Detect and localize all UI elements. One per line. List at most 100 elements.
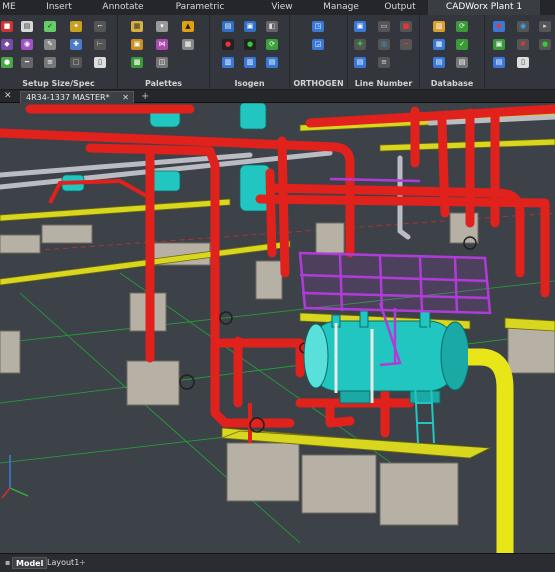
foundation-block <box>507 324 555 374</box>
line-icon[interactable]: ━ <box>21 57 33 68</box>
panel-line-number: ▣ ✚ ▤ ▭ ◎ ≡ ■ ━ Line Number <box>348 15 420 90</box>
equipment-icon[interactable]: ▦ <box>131 21 143 32</box>
steel-palette-icon[interactable]: ▩ <box>131 57 143 68</box>
saddle <box>339 390 371 404</box>
valve-handwheel <box>179 374 195 390</box>
tool-clash-icon[interactable]: ✖ <box>517 39 529 50</box>
document-icon[interactable]: ▤ <box>21 21 33 32</box>
tool-verify-icon[interactable]: ● <box>539 39 551 50</box>
db-import-icon[interactable]: ▥ <box>433 21 445 32</box>
pencil-icon[interactable]: ✎ <box>44 39 56 50</box>
platform-frame <box>298 251 492 315</box>
line-assign-icon[interactable]: ▣ <box>354 21 366 32</box>
panel-isogen: ▤ ● ▥ ▣ ● ▥ ◧ ⟳ ▤ Isogen <box>210 15 290 90</box>
handrail-top <box>329 177 421 183</box>
tab-output[interactable]: Output <box>372 0 428 15</box>
spec-icon[interactable]: ◆ <box>1 39 13 50</box>
hanger-icon[interactable]: ▾ <box>156 21 168 32</box>
warning-icon[interactable]: ▲ <box>182 21 194 32</box>
iso-export-icon[interactable]: ▤ <box>222 21 234 32</box>
iso-traffic-icon[interactable]: ● <box>222 39 234 50</box>
db-form-icon[interactable]: ▤ <box>433 57 445 68</box>
db-sync-icon[interactable]: ⟳ <box>456 21 468 32</box>
tab-manage[interactable]: Manage <box>310 0 372 15</box>
line-target-icon[interactable]: ◎ <box>378 39 390 50</box>
iso-sheet-icon[interactable]: ▥ <box>222 57 234 68</box>
checkmark-icon[interactable]: ✓ <box>44 21 56 32</box>
db-table-icon[interactable]: ▦ <box>433 39 445 50</box>
foundation-block <box>226 442 300 502</box>
menu-tab-bar: ME Insert Annotate Parametric View Manag… <box>0 0 555 15</box>
iso-view-icon[interactable]: ◧ <box>266 21 278 32</box>
menu-lines-icon[interactable]: ≡ <box>44 57 56 68</box>
tab-annotate[interactable]: Annotate <box>100 0 146 15</box>
document-tab-bar: ✕ 4R34-1337 MASTER* ✕ + <box>0 90 555 103</box>
star-icon[interactable]: ✦ <box>70 21 82 32</box>
foundation-block <box>255 260 283 300</box>
close-icon[interactable]: ✕ <box>4 90 12 103</box>
layout-tab-bar: ▪ Model Layout1 + <box>0 553 555 572</box>
line-add-icon[interactable]: ✚ <box>354 39 366 50</box>
nozzle <box>359 310 369 328</box>
panel-database: ▥ ▦ ▤ ⟳ ✓ ▤ Database <box>420 15 485 90</box>
sheet-icon[interactable]: ▯ <box>94 57 106 68</box>
line-delete-icon[interactable]: ━ <box>400 39 412 50</box>
tab-home[interactable]: ME <box>0 0 18 15</box>
tool-tag-icon[interactable]: ▣ <box>493 39 505 50</box>
new-tab-icon[interactable]: + <box>141 90 149 103</box>
ucs-axis-y <box>9 487 29 497</box>
palette-icon[interactable]: ◉ <box>21 39 33 50</box>
line-list-icon[interactable]: ≡ <box>378 57 390 68</box>
db-check-icon[interactable]: ✓ <box>456 39 468 50</box>
iso-print-icon[interactable]: ▤ <box>266 57 278 68</box>
panel-title-palettes: Palettes <box>144 79 183 88</box>
tab-cadworx-plant[interactable]: CADWorx Plant 1 <box>428 0 540 15</box>
model-viewport[interactable] <box>0 103 555 553</box>
square-icon[interactable]: □ <box>70 57 82 68</box>
ortho-drawing-icon[interactable]: ◲ <box>312 39 324 50</box>
size-icon[interactable]: ■ <box>1 21 13 32</box>
tab-model[interactable]: Model <box>12 557 48 569</box>
line-view-icon[interactable]: ▤ <box>354 57 366 68</box>
flange-icon[interactable]: ◫ <box>156 57 168 68</box>
pipe-palette-icon[interactable]: ▣ <box>131 39 143 50</box>
tab-view[interactable]: View <box>254 0 310 15</box>
line-remove-icon[interactable]: ■ <box>400 21 412 32</box>
pipe-red <box>437 116 450 218</box>
pipe-red-small <box>48 178 151 204</box>
steel-beam <box>0 198 231 222</box>
setup-icon[interactable]: ● <box>1 57 13 68</box>
tab-insert[interactable]: Insert <box>18 0 100 15</box>
tool-flag-icon[interactable]: ◆ <box>493 21 505 32</box>
valve-icon[interactable]: ⋈ <box>156 39 168 50</box>
branch-icon[interactable]: ⊢ <box>94 39 106 50</box>
close-icon[interactable]: ✕ <box>122 92 129 103</box>
db-export-icon[interactable]: ▤ <box>456 57 468 68</box>
pipe-red <box>277 136 290 278</box>
wrench-icon[interactable]: ✚ <box>70 39 82 50</box>
tool-more-icon[interactable]: ▸ <box>539 21 551 32</box>
tool-note-icon[interactable]: ▯ <box>517 57 529 68</box>
tool-report-icon[interactable]: ▤ <box>493 57 505 68</box>
iso-run-icon[interactable]: ● <box>244 39 256 50</box>
grid-icon[interactable]: ▦ <box>182 39 194 50</box>
tool-globe-icon[interactable]: ◉ <box>517 21 529 32</box>
iso-refresh-icon[interactable]: ⟳ <box>266 39 278 50</box>
foundation-block <box>0 234 41 254</box>
exchanger-shell <box>307 320 459 392</box>
steel-beam <box>0 240 291 286</box>
document-tab[interactable]: 4R34-1337 MASTER* ✕ <box>20 91 134 103</box>
foundation-block <box>41 224 93 244</box>
elbow-icon[interactable]: ⌐ <box>94 21 106 32</box>
iso-config-icon[interactable]: ▣ <box>244 21 256 32</box>
foundation-block <box>315 222 345 254</box>
line-edit-icon[interactable]: ▭ <box>378 21 390 32</box>
grid-line <box>0 432 261 464</box>
panel-title-database: Database <box>430 79 474 88</box>
tab-parametric[interactable]: Parametric <box>146 0 254 15</box>
add-layout-icon[interactable]: + <box>76 557 89 569</box>
foundation-block <box>126 360 180 406</box>
pipe-red <box>265 168 277 258</box>
iso-settings-icon[interactable]: ▥ <box>244 57 256 68</box>
ortho-view-icon[interactable]: ◳ <box>312 21 324 32</box>
